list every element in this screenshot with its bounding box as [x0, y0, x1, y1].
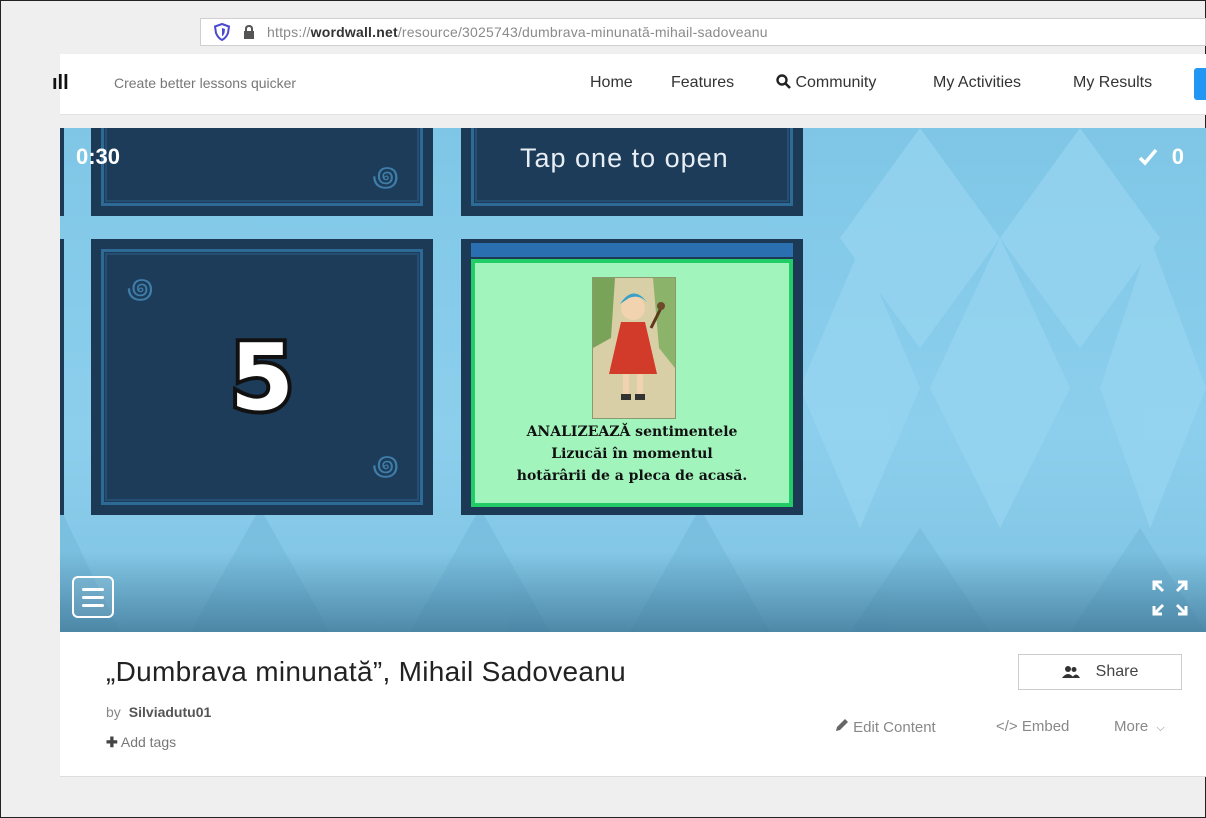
share-label: Share [1095, 663, 1139, 680]
edit-content-label: Edit Content [853, 719, 936, 736]
tracking-shield-icon[interactable] [211, 21, 233, 43]
add-tags-label: Add tags [120, 734, 177, 750]
author-line: by Silviadutu01 [106, 704, 211, 720]
embed-label: Embed [1021, 718, 1070, 735]
nav-my-results[interactable]: My Results [1073, 74, 1152, 92]
add-tags-link[interactable]: ✚ Add tags [106, 734, 176, 751]
activity-info-panel: „Dumbrava minunată”, Mihail Sadoveanu by… [60, 632, 1206, 777]
score-display: 0 [1138, 144, 1184, 170]
activity-title: „Dumbrava minunată”, Mihail Sadoveanu [106, 656, 627, 687]
site-logo[interactable]: ıll [52, 72, 69, 95]
more-dropdown[interactable]: More ⌵ [1114, 718, 1165, 735]
nav-features[interactable]: Features [671, 74, 734, 92]
card-face: ANALIZEAZĂ sentimentele Lizucăi în momen… [471, 259, 793, 507]
swirl-ornament-icon: ꩜ [372, 161, 399, 192]
users-icon [1061, 666, 1080, 678]
memory-tile[interactable]: ꩜ [91, 128, 433, 216]
embed-link[interactable]: </> Embed [996, 718, 1069, 735]
nav-my-activities[interactable]: My Activities [933, 74, 1021, 92]
more-label: More [1114, 718, 1149, 735]
tile-partial[interactable] [60, 239, 64, 515]
card-illustration [592, 277, 676, 419]
lock-icon[interactable] [241, 24, 257, 40]
memory-tile-5[interactable]: ꩜ ꩜ 5 [91, 239, 433, 515]
site-header: ıll Create better lessons quicker Home F… [52, 54, 1206, 115]
nav-home[interactable]: Home [590, 74, 633, 92]
site-tagline: Create better lessons quicker [114, 75, 297, 91]
fullscreen-icon[interactable] [1150, 578, 1190, 618]
game-menu-button[interactable] [72, 576, 114, 618]
open-card[interactable]: ANALIZEAZĂ sentimentele Lizucăi în momen… [461, 239, 803, 515]
game-instruction: Tap one to open [520, 143, 729, 173]
tile-number: 5 [226, 320, 298, 435]
game-area[interactable]: ꩜ ꩜ ꩜ 5 ANALIZEAZĂ sentimentele Lizucăi … [60, 128, 1206, 632]
bottom-gradient [60, 552, 1206, 632]
card-text-line: ANALIZEAZĂ sentimentele [526, 424, 738, 440]
code-icon: </> [996, 718, 1018, 735]
tile-partial[interactable] [60, 128, 64, 216]
game-timer: 0:30 [76, 144, 121, 169]
author-link[interactable]: Silviadutu01 [129, 704, 211, 720]
pencil-icon [836, 719, 848, 731]
search-icon [776, 74, 791, 89]
card-text-line: Lizucăi în momentul [551, 446, 713, 462]
card-text: ANALIZEAZĂ sentimentele Lizucăi în momen… [475, 421, 789, 487]
card-text-line: hotărârii de a pleca de acasă. [516, 468, 748, 484]
edit-content-link[interactable]: Edit Content [835, 718, 936, 736]
nav-community-label: Community [795, 74, 877, 91]
url-text[interactable]: https://wordwall.net/resource/3025743/du… [267, 24, 768, 40]
checkmark-icon [1138, 148, 1158, 166]
by-label: by [106, 704, 121, 720]
score-value: 0 [1171, 144, 1184, 169]
share-button[interactable]: Share [1018, 654, 1182, 690]
address-bar[interactable]: https://wordwall.net/resource/3025743/du… [200, 18, 1206, 46]
plus-icon: ✚ [106, 734, 118, 750]
nav-accent-button[interactable] [1194, 68, 1206, 100]
chevron-down-icon: ⌵ [1156, 722, 1165, 734]
card-top-bar [471, 243, 793, 257]
nav-community[interactable]: Community [776, 74, 876, 92]
